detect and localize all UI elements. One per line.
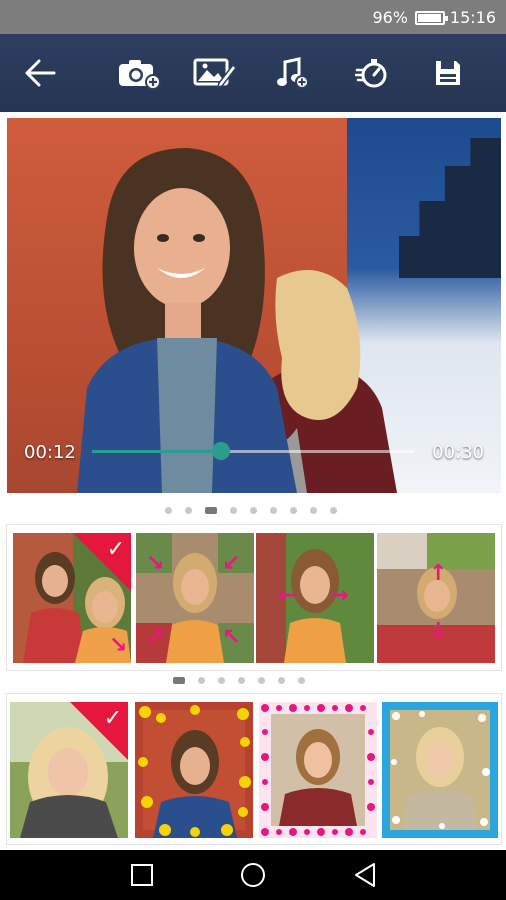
home-icon[interactable]	[238, 860, 268, 890]
arrow-up-right-icon: ↗	[146, 625, 165, 650]
page-dot	[290, 507, 297, 514]
page-dot	[298, 677, 305, 684]
arrow-left-icon	[25, 59, 56, 87]
edit-image-button[interactable]	[193, 53, 237, 93]
page-dot-active	[173, 677, 185, 684]
arrow-down-right-icon: ↘	[146, 551, 165, 576]
check-icon: ✓	[103, 706, 122, 731]
system-navigation-bar	[0, 850, 506, 900]
back-button[interactable]	[18, 53, 62, 93]
arrow-up-icon: ↑	[429, 561, 448, 586]
page-dot	[165, 507, 172, 514]
frame-item[interactable]: ✓	[10, 702, 128, 838]
frame-thumb-image	[135, 702, 253, 838]
frames-strip: ✓	[7, 694, 501, 844]
add-music-button[interactable]	[270, 53, 314, 93]
seek-progress	[92, 450, 221, 453]
add-camera-button[interactable]	[117, 53, 161, 93]
battery-icon	[415, 11, 448, 25]
page-dot	[278, 677, 285, 684]
status-bar: 96% 15:16	[0, 0, 506, 34]
page-dot	[270, 507, 277, 514]
transition-item[interactable]: ✓ ↘	[13, 533, 131, 663]
page-dot	[250, 507, 257, 514]
transitions-page-indicator	[165, 507, 337, 514]
camera-plus-icon	[119, 60, 161, 90]
frame-item[interactable]	[259, 702, 377, 838]
duration-button[interactable]	[350, 53, 394, 93]
music-plus-icon	[277, 57, 309, 89]
recent-apps-icon[interactable]	[127, 860, 157, 890]
transition-item[interactable]: ↑ ↓	[377, 533, 495, 663]
total-time-label: 00:30	[432, 442, 484, 463]
save-button[interactable]	[426, 53, 470, 93]
video-preview[interactable]: 00:12 00:30	[7, 118, 501, 493]
page-dot	[230, 507, 237, 514]
frame-item[interactable]	[382, 702, 498, 838]
page-dot-active	[205, 507, 217, 514]
image-edit-icon	[193, 58, 237, 89]
stopwatch-icon	[355, 59, 387, 88]
top-toolbar	[0, 34, 506, 112]
page-dot	[258, 677, 265, 684]
page-dot	[218, 677, 225, 684]
transition-item[interactable]: ↘ ↙ ↗ ↖	[136, 533, 254, 663]
check-icon: ✓	[106, 537, 125, 562]
arrow-down-icon: ↓	[429, 619, 448, 644]
frames-page-indicator	[173, 677, 305, 684]
frame-thumb-image	[259, 702, 377, 838]
arrow-left-icon: ←	[278, 583, 297, 608]
page-dot	[238, 677, 245, 684]
page-dot	[185, 507, 192, 514]
preview-photo-woman-main	[77, 148, 297, 493]
back-icon[interactable]	[350, 860, 380, 890]
page-dot	[330, 507, 337, 514]
save-icon	[436, 61, 460, 85]
arrow-up-left-icon: ↖	[222, 625, 241, 650]
arrow-down-left-icon: ↙	[222, 551, 241, 576]
arrow-down-right-icon: ↘	[109, 633, 128, 658]
frame-item[interactable]	[135, 702, 253, 838]
current-time-label: 00:12	[24, 442, 76, 463]
arrow-right-icon: →	[330, 583, 349, 608]
battery-percent: 96%	[372, 8, 408, 27]
transition-item[interactable]: ← →	[256, 533, 374, 663]
page-dot	[198, 677, 205, 684]
transitions-strip: ✓ ↘ ↘ ↙ ↗ ↖ ← → ↑ ↓	[7, 525, 501, 670]
status-clock: 15:16	[449, 8, 496, 27]
seek-thumb[interactable]	[211, 442, 230, 460]
frame-thumb-image	[382, 702, 498, 838]
page-dot	[310, 507, 317, 514]
transition-thumb-image	[256, 533, 374, 663]
